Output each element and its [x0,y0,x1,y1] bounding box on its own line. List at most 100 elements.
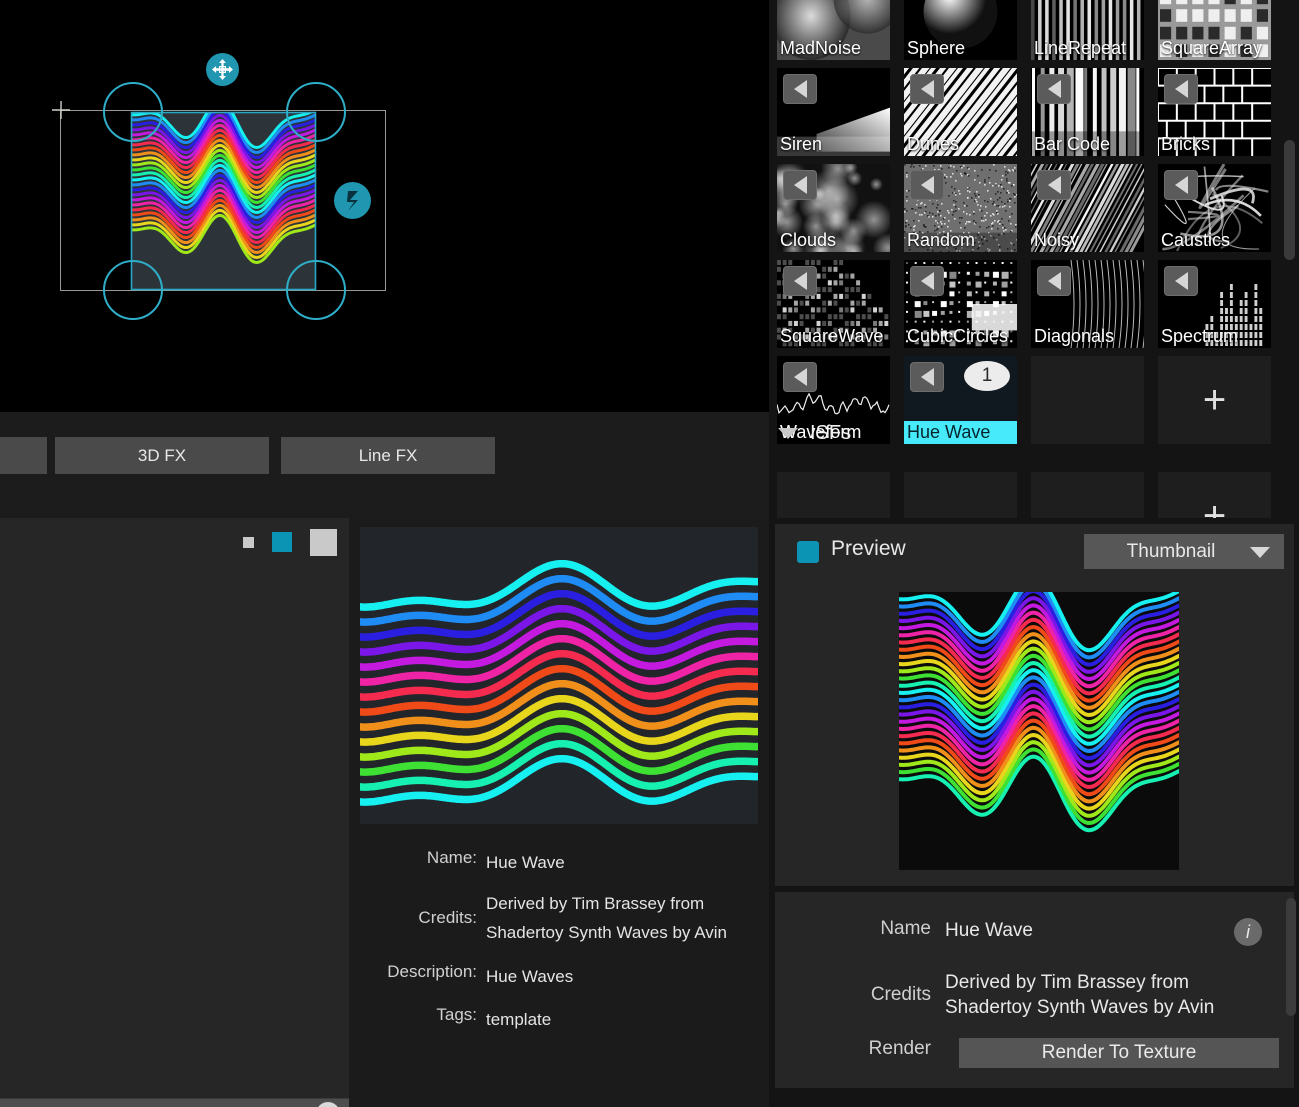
detail-value: Derived by Tim Brassey from Shadertoy Sy… [486,889,748,947]
view-size-small-button[interactable] [243,537,254,548]
texture-label: Spectrum [1158,325,1241,348]
texture-cell-noisy[interactable]: Noisy [1031,164,1144,252]
texture-cell-dunes[interactable]: Dunes [904,68,1017,156]
detail-key: Tags: [349,1005,486,1034]
property-value: Hue Wave [945,918,1033,943]
isf-add-cell[interactable]: + [1158,472,1271,518]
texture-cell-madnoise[interactable]: MadNoise [777,0,890,60]
isfs-row[interactable]: + [777,472,1297,518]
back-arrow-icon[interactable] [783,266,817,296]
plus-icon[interactable]: + [1203,380,1226,420]
move-icon[interactable] [206,53,239,86]
texture-cell-hue-wave[interactable]: 1 Hue Wave [904,356,1017,444]
scrollbar-thumb[interactable] [1286,898,1296,1016]
property-value: Derived by Tim Brassey from Shadertoy Sy… [945,970,1255,1020]
info-icon[interactable]: i [1234,918,1262,946]
tab-partial-left[interactable] [0,437,47,474]
view-size-toggles [243,525,337,559]
tab-line-fx[interactable]: Line FX [281,437,495,474]
composition-canvas[interactable] [0,0,769,412]
texture-label: Siren [777,133,825,156]
properties-card: i Name Hue Wave Credits Derived by Tim B… [775,892,1294,1088]
detail-value: Hue Wave [486,848,565,877]
preview-card: Preview Thumbnail [775,524,1294,886]
view-size-medium-button[interactable] [272,532,292,552]
preview-enable-swatch[interactable] [797,541,819,563]
chevron-down-icon[interactable] [1250,547,1270,558]
back-arrow-icon[interactable] [1037,74,1071,104]
chevron-down-icon[interactable] [778,428,798,439]
texture-label: Bar Code [1031,133,1113,156]
texture-label: Sphere [904,37,968,60]
texture-cell-empty[interactable] [1031,356,1144,444]
isf-cell[interactable] [777,472,890,518]
back-arrow-icon[interactable] [910,74,944,104]
texture-cell-squarewave[interactable]: SquareWave [777,260,890,348]
isf-cell[interactable] [904,472,1017,518]
back-arrow-icon[interactable] [1037,266,1071,296]
texture-label: Hue Wave [904,421,1017,444]
search-icon[interactable] [316,1102,340,1107]
detail-metadata: Name: Hue Wave Credits: Derived by Tim B… [349,848,769,1042]
back-arrow-icon[interactable] [783,362,817,392]
property-key: Render [775,1038,945,1060]
preview-header: Preview Thumbnail [775,524,1294,580]
texture-cell-caustics[interactable]: Caustics [1158,164,1271,252]
back-arrow-icon[interactable] [1164,74,1198,104]
texture-cell-diagonals[interactable]: Diagonals [1031,260,1144,348]
detail-key: Name: [349,848,486,877]
texture-badge: 1 [964,361,1010,391]
texture-scrollbar[interactable] [1283,130,1296,440]
texture-label: Caustics [1158,229,1233,252]
back-arrow-icon[interactable] [910,170,944,200]
texture-label: Diagonals [1031,325,1117,348]
isfs-section-label: ISFs [810,422,851,445]
render-to-texture-button[interactable]: Render To Texture [959,1038,1279,1068]
back-arrow-icon[interactable] [1164,266,1198,296]
back-arrow-icon[interactable] [783,170,817,200]
texture-label: Dunes [904,133,962,156]
search-bar [0,1098,349,1107]
search-input[interactable] [8,1099,308,1107]
detail-panel: Name: Hue Wave Credits: Derived by Tim B… [349,518,769,1107]
texture-label: LineRepeat [1031,37,1129,60]
texture-cell-random[interactable]: Random [904,164,1017,252]
add-texture-button[interactable]: + [1158,356,1271,444]
tab-3d-fx[interactable]: 3D FX [55,437,269,474]
texture-cell-squarearray[interactable]: SquareArray [1158,0,1271,60]
media-browser-panel: Oriental Tile [0,518,349,1107]
texture-cell-siren[interactable]: Siren [777,68,890,156]
preview-mode-dropdown[interactable]: Thumbnail [1084,534,1284,569]
detail-value: template [486,1005,551,1034]
texture-label: CubicCircles [904,325,1011,348]
back-arrow-icon[interactable] [910,266,944,296]
detail-row-tags: Tags: template [349,1005,769,1034]
isfs-section-header[interactable]: ISFs [778,422,851,445]
back-arrow-icon[interactable] [1037,170,1071,200]
detail-row-credits: Credits: Derived by Tim Brassey from Sha… [349,889,769,947]
texture-label: MadNoise [777,37,864,60]
detail-key: Description: [349,962,486,991]
texture-cell-spectrum[interactable]: Spectrum [1158,260,1271,348]
detail-row-description: Description: Hue Waves [349,962,769,991]
preview-image [899,592,1179,870]
texture-cell-linerepeat[interactable]: LineRepeat [1031,0,1144,60]
view-size-large-button[interactable] [310,529,337,556]
property-key: Credits [775,984,945,1006]
texture-label: SquareArray [1158,37,1265,60]
scrollbar-thumb[interactable] [1284,140,1295,260]
rotate-icon[interactable] [334,182,371,219]
back-arrow-icon[interactable] [783,74,817,104]
back-arrow-icon[interactable] [1164,170,1198,200]
property-row-credits: Credits Derived by Tim Brassey from Shad… [775,970,1255,1020]
texture-cell-bar-code[interactable]: Bar Code [1031,68,1144,156]
texture-cell-sphere[interactable]: Sphere [904,0,1017,60]
properties-scrollbar[interactable] [1285,898,1297,1088]
texture-cell-cubiccircles[interactable]: CubicCircles [904,260,1017,348]
preview-properties-panel: Preview Thumbnail i Name Hue Wave Credit… [769,518,1299,1107]
isf-cell[interactable] [1031,472,1144,518]
texture-cell-bricks[interactable]: Bricks [1158,68,1271,156]
back-arrow-icon[interactable] [910,362,944,392]
texture-cell-clouds[interactable]: Clouds [777,164,890,252]
property-row-name: Name Hue Wave [775,918,1033,943]
